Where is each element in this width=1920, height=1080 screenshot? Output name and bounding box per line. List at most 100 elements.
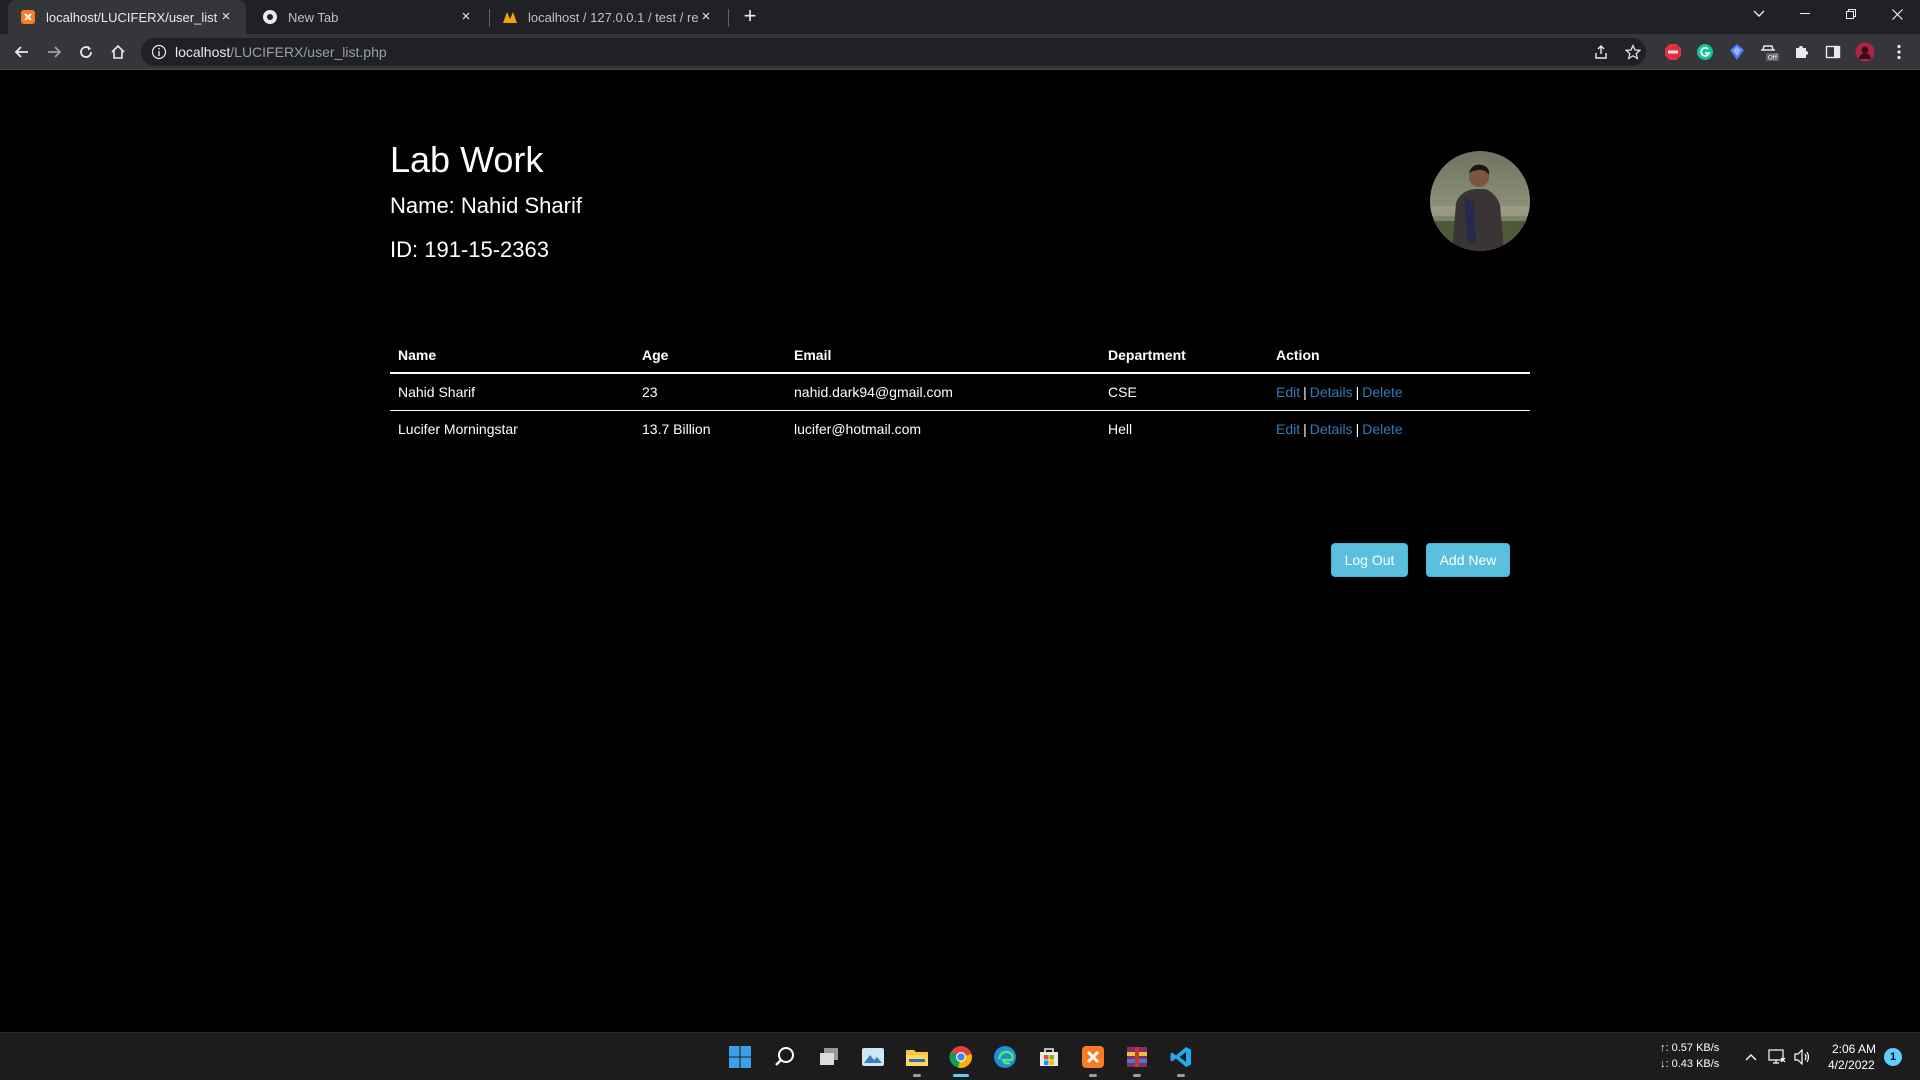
net-download-speed: ↓: 0.43 KB/s bbox=[1660, 1058, 1720, 1070]
cell-age: 13.7 Billion bbox=[642, 420, 711, 437]
cell-department: Hell bbox=[1108, 420, 1133, 437]
net-upload-speed: ↑: 0.57 KB/s bbox=[1660, 1042, 1720, 1054]
tab-search-chevron-icon[interactable] bbox=[1736, 0, 1782, 28]
forward-arrow-icon[interactable] bbox=[42, 40, 66, 64]
adblock-plus-icon[interactable] bbox=[1663, 42, 1683, 62]
close-tab-icon[interactable]: × bbox=[458, 9, 474, 25]
table-row: Lucifer Morningstar 13.7 Billion lucifer… bbox=[390, 410, 1530, 447]
col-header-age: Age bbox=[634, 337, 786, 374]
col-header-name: Name bbox=[390, 337, 634, 374]
close-window-icon[interactable] bbox=[1874, 0, 1920, 28]
tab-strip: localhost/LUCIFERX/user_list.php × New T… bbox=[0, 0, 1920, 34]
cell-name: Lucifer Morningstar bbox=[398, 420, 518, 437]
vscode-icon[interactable] bbox=[1165, 1041, 1197, 1077]
url-path: /LUCIFERX/user_list.php bbox=[230, 44, 387, 60]
action-separator: | bbox=[1355, 420, 1360, 437]
grammarly-icon[interactable] bbox=[1695, 42, 1715, 62]
extensions-puzzle-icon[interactable] bbox=[1791, 42, 1811, 62]
tab-title: New Tab bbox=[288, 9, 339, 25]
table-header-row: Name Age Email Department Action bbox=[390, 337, 1530, 374]
close-tab-icon[interactable]: × bbox=[218, 9, 234, 25]
side-panel-icon[interactable] bbox=[1823, 42, 1843, 62]
restore-icon[interactable] bbox=[1828, 0, 1874, 28]
shield-extension-icon[interactable] bbox=[1727, 42, 1747, 62]
tab-user-list[interactable]: localhost/LUCIFERX/user_list.php × bbox=[8, 0, 246, 34]
site-info-icon[interactable] bbox=[151, 44, 167, 60]
tab-title: localhost/LUCIFERX/user_list.php bbox=[46, 9, 218, 25]
chevron-up-icon[interactable] bbox=[1741, 1047, 1761, 1067]
new-tab-plus-icon[interactable]: + bbox=[738, 5, 762, 29]
running-indicator bbox=[1133, 1074, 1141, 1077]
student-name: Name: Nahid Sharif bbox=[390, 193, 582, 218]
cell-name: Nahid Sharif bbox=[390, 373, 634, 411]
incognito-off-icon[interactable]: Off bbox=[1759, 42, 1779, 62]
page-title: Lab Work bbox=[390, 139, 544, 180]
xampp-taskbar-icon[interactable] bbox=[1077, 1041, 1109, 1077]
cell-email: lucifer@hotmail.com bbox=[794, 420, 922, 437]
edit-link[interactable]: Edit bbox=[1276, 421, 1300, 437]
photos-icon[interactable] bbox=[857, 1041, 889, 1073]
menu-dots-icon[interactable] bbox=[1889, 42, 1909, 62]
table-row: Nahid Sharif 23 nahid.dark94@gmail.com C… bbox=[390, 373, 1530, 411]
chrome-taskbar-icon[interactable] bbox=[945, 1041, 977, 1077]
xampp-icon bbox=[20, 9, 36, 25]
details-link[interactable]: Details bbox=[1310, 421, 1353, 437]
back-arrow-icon[interactable] bbox=[10, 40, 34, 64]
details-link[interactable]: Details bbox=[1310, 384, 1353, 400]
edge-icon[interactable] bbox=[989, 1041, 1021, 1073]
cell-email: nahid.dark94@gmail.com bbox=[786, 373, 1100, 411]
windows-taskbar: ↑: 0.57 KB/s ↓: 0.43 KB/s 2:06 AM 4/2/20… bbox=[0, 1032, 1920, 1080]
home-icon[interactable] bbox=[106, 40, 130, 64]
reload-icon[interactable] bbox=[74, 40, 98, 64]
microsoft-store-icon[interactable] bbox=[1033, 1041, 1065, 1073]
cell-actions: Edit | Details | Delete bbox=[1268, 373, 1530, 411]
close-tab-icon[interactable]: × bbox=[698, 9, 714, 25]
browser-toolbar: localhost/LUCIFERX/user_list.php Off bbox=[0, 34, 1920, 70]
action-separator: | bbox=[1355, 383, 1360, 400]
tab-title: localhost / 127.0.0.1 / test / reg_u bbox=[528, 9, 698, 25]
add-new-button[interactable]: Add New bbox=[1426, 543, 1510, 577]
running-indicator bbox=[1089, 1074, 1097, 1077]
student-id: ID: 191-15-2363 bbox=[390, 237, 549, 262]
profile-photo bbox=[1430, 151, 1530, 251]
address-bar[interactable]: localhost/LUCIFERX/user_list.php bbox=[141, 38, 1646, 66]
network-icon[interactable] bbox=[1767, 1047, 1787, 1067]
cell-actions: Edit | Details | Delete bbox=[1268, 410, 1530, 447]
phpmyadmin-icon bbox=[502, 9, 518, 25]
url-host: localhost bbox=[175, 44, 231, 60]
col-header-email: Email bbox=[786, 337, 1100, 374]
col-header-action: Action bbox=[1268, 337, 1530, 374]
tab-new-tab[interactable]: New Tab × bbox=[250, 0, 486, 34]
page-viewport: Lab Work Name: Nahid Sharif ID: 191-15-2… bbox=[0, 71, 1920, 1032]
tab-divider bbox=[728, 9, 729, 27]
search-icon[interactable] bbox=[769, 1041, 801, 1073]
svg-text:Off: Off bbox=[1768, 54, 1778, 62]
minimize-icon[interactable] bbox=[1782, 0, 1828, 28]
cell-age: 23 bbox=[634, 373, 786, 411]
active-indicator bbox=[953, 1074, 969, 1077]
running-indicator bbox=[1177, 1074, 1185, 1077]
profile-avatar-icon[interactable] bbox=[1855, 42, 1875, 62]
delete-link[interactable]: Delete bbox=[1362, 421, 1402, 437]
volume-icon[interactable] bbox=[1792, 1047, 1812, 1067]
user-table: Name Age Email Department Action Nahid S… bbox=[390, 337, 1530, 447]
chrome-icon bbox=[262, 9, 278, 25]
winrar-icon[interactable] bbox=[1121, 1041, 1153, 1077]
cell-department: CSE bbox=[1100, 373, 1268, 411]
windows-start-icon[interactable] bbox=[724, 1041, 756, 1073]
delete-link[interactable]: Delete bbox=[1362, 384, 1402, 400]
logout-button[interactable]: Log Out bbox=[1331, 543, 1408, 577]
tab-phpmyadmin[interactable]: localhost / 127.0.0.1 / test / reg_u × bbox=[490, 0, 726, 34]
bookmark-star-icon[interactable] bbox=[1621, 40, 1645, 64]
edit-link[interactable]: Edit bbox=[1276, 384, 1300, 400]
file-explorer-icon[interactable] bbox=[901, 1041, 933, 1077]
action-separator: | bbox=[1303, 383, 1307, 400]
share-icon[interactable] bbox=[1589, 40, 1613, 64]
clock-time[interactable]: 2:06 AM bbox=[1832, 1042, 1876, 1056]
task-view-icon[interactable] bbox=[813, 1041, 845, 1073]
action-separator: | bbox=[1303, 420, 1307, 437]
col-header-department: Department bbox=[1100, 337, 1268, 374]
clock-date[interactable]: 4/2/2022 bbox=[1828, 1058, 1875, 1072]
notification-badge[interactable]: 1 bbox=[1884, 1048, 1902, 1066]
running-indicator bbox=[913, 1074, 921, 1077]
